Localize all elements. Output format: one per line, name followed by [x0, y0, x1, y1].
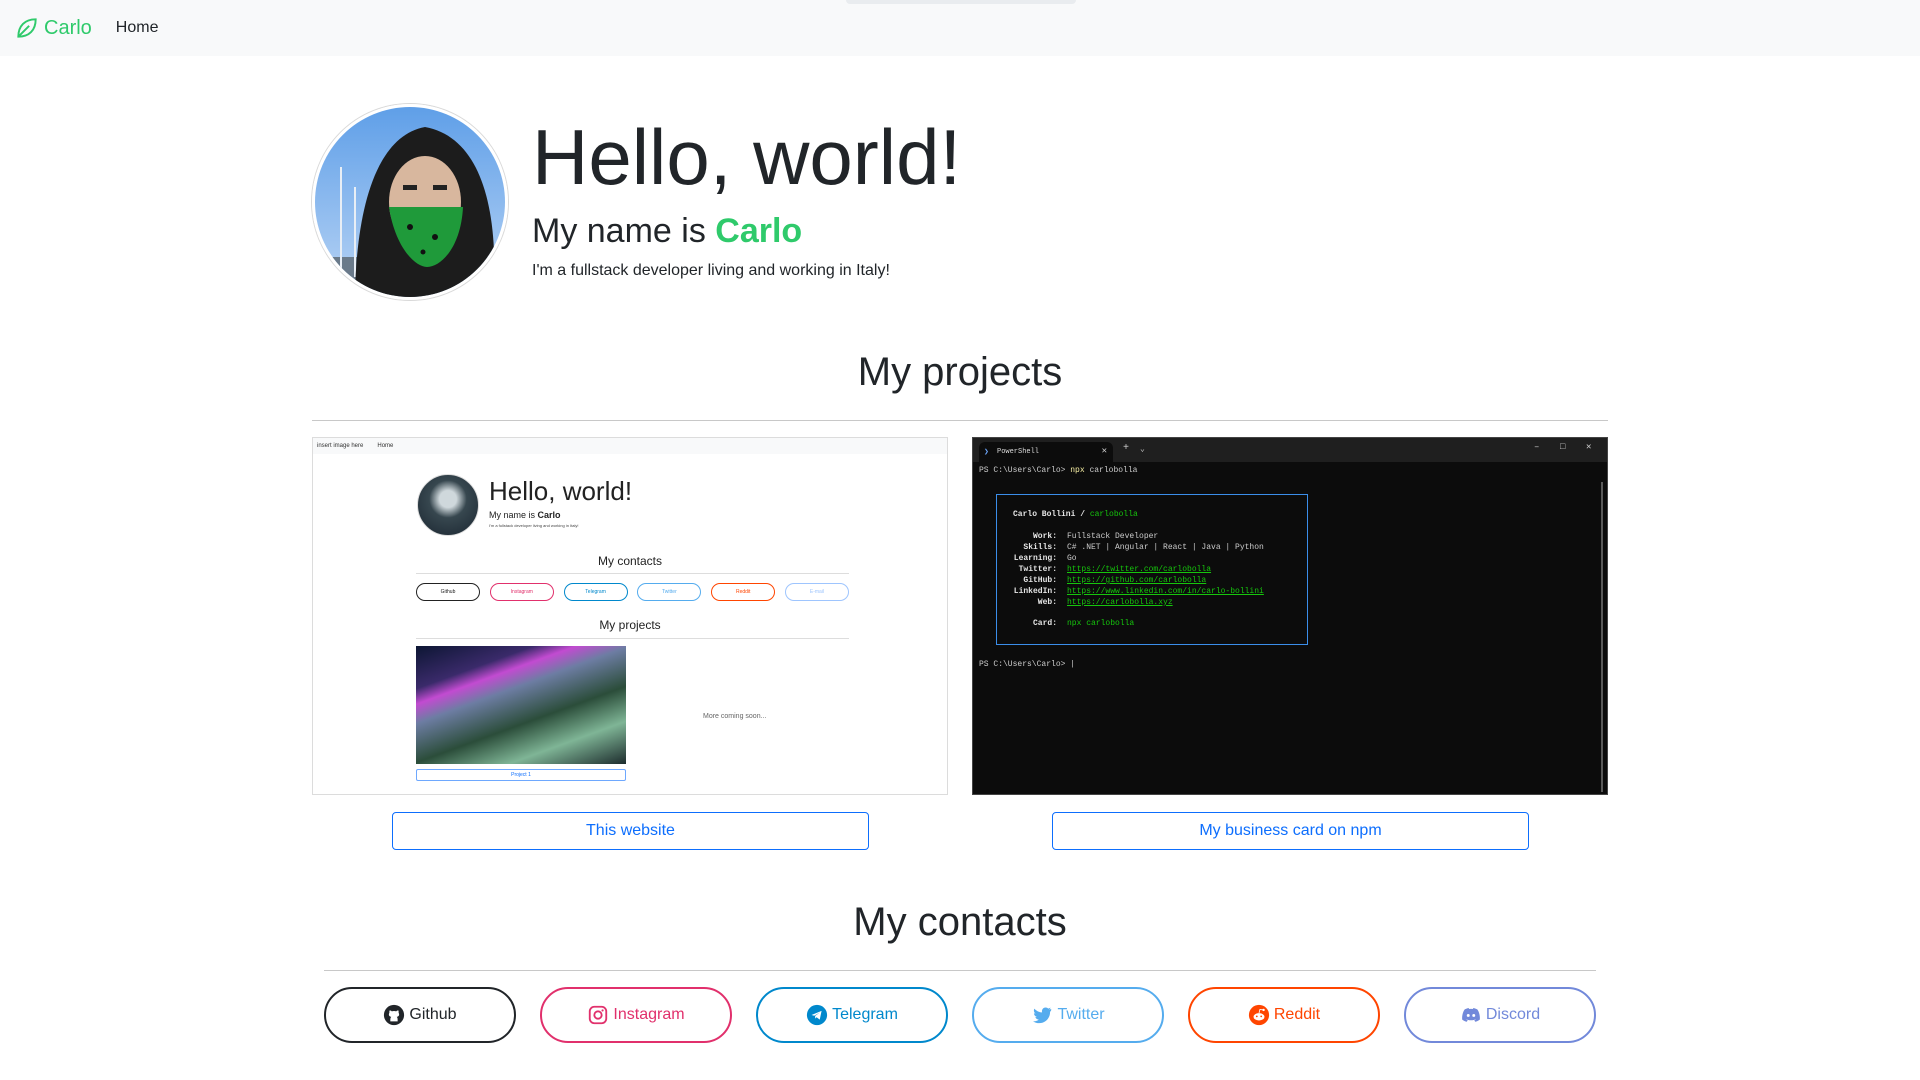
- contact-github-label: Github: [409, 1006, 457, 1023]
- terminal-tab-title: PowerShell: [997, 448, 1040, 456]
- reddit-icon: [1248, 1004, 1269, 1026]
- avatar: [312, 104, 508, 300]
- card-row-learning: Learning: Go: [1013, 554, 1077, 563]
- contact-reddit-label: Reddit: [1273, 1006, 1321, 1023]
- business-card-box: Carlo Bollini / carlobolla Work: Fullstac…: [996, 494, 1308, 645]
- contact-github-button[interactable]: Github: [324, 987, 516, 1043]
- mini-navbar: insert image here Home: [313, 438, 947, 454]
- hero-name: Carlo: [715, 212, 803, 250]
- contact-discord-label: Discord: [1485, 1006, 1541, 1023]
- minimize-icon: –: [1534, 442, 1540, 452]
- mini-pill-reddit: Reddit: [711, 583, 776, 601]
- page-title: Hello, world!: [532, 113, 962, 201]
- contact-reddit-button[interactable]: Reddit: [1188, 987, 1380, 1043]
- name-prefix: My name is: [532, 212, 716, 250]
- card-row-web: Web: https://carlobolla.xyz: [1037, 598, 1173, 607]
- terminal-command-line: PS C:\Users\Carlo> npx carlobolla: [979, 466, 1137, 475]
- mini-name: Carlo: [537, 510, 561, 520]
- contact-instagram-label: Instagram: [613, 1006, 685, 1023]
- terminal-prompt: PS C:\Users\Carlo>: [979, 466, 1066, 475]
- contacts-heading: My contacts: [853, 900, 1067, 944]
- window-close-icon: ✕: [1586, 442, 1592, 452]
- card-row-github: GitHub: https://github.com/carlobolla: [1023, 576, 1207, 585]
- mini-description: I'm a fullstack developer living and wor…: [489, 523, 579, 528]
- powershell-icon: ❯: [984, 448, 989, 457]
- mini-pill-github: Github: [416, 583, 480, 601]
- mini-subtitle: My name is Carlo: [489, 510, 561, 520]
- card-row-twitter: Twitter: https://twitter.com/carlobolla: [1018, 565, 1212, 574]
- project-website-screenshot[interactable]: insert image here Home Hello, world! My …: [312, 437, 948, 795]
- project-npm-button[interactable]: My business card on npm: [1052, 812, 1529, 850]
- contact-discord-button[interactable]: Discord: [1404, 987, 1596, 1043]
- card-title: Carlo Bollini / carlobolla: [1013, 510, 1138, 519]
- card-name: Carlo Bollini /: [1013, 510, 1086, 519]
- terminal-command: npx: [1070, 466, 1085, 475]
- terminal-command-arg: carlobolla: [1089, 466, 1138, 475]
- mini-pill-telegram: Telegram: [563, 583, 628, 601]
- mini-projects-heading: My projects: [599, 618, 661, 632]
- twitter-icon: [1033, 1007, 1052, 1024]
- contact-telegram-label: Telegram: [832, 1006, 898, 1023]
- contact-instagram-button[interactable]: Instagram: [540, 987, 732, 1043]
- contacts-divider: [324, 970, 1596, 971]
- top-edge-indicator: [846, 0, 1076, 4]
- terminal-scrollbar: [1601, 482, 1603, 792]
- terminal-prompt-line: PS C:\Users\Carlo> |: [979, 660, 1076, 669]
- contact-telegram-button[interactable]: Telegram: [756, 987, 948, 1043]
- new-tab-icon: +: [1123, 443, 1130, 454]
- contact-twitter-label: Twitter: [1057, 1006, 1105, 1023]
- mini-pill-instagram: Instagram: [489, 583, 554, 601]
- mini-name-prefix: My name is: [489, 510, 538, 520]
- terminal-tab: ❯ PowerShell ✕: [979, 442, 1113, 462]
- mini-nav-home: Home: [377, 443, 394, 449]
- telegram-icon: [807, 1004, 828, 1026]
- card-row-work: Work: Fullstack Developer: [1032, 532, 1159, 541]
- mini-contacts-row: Github Instagram Telegram Twitter Reddit…: [416, 583, 849, 601]
- mini-title: Hello, world!: [489, 476, 633, 506]
- leaf-icon: [17, 18, 37, 38]
- chevron-down-icon: ⌄: [1140, 445, 1145, 454]
- hero-description: I'm a fullstack developer living and wor…: [532, 262, 890, 279]
- instagram-icon: [589, 1005, 608, 1025]
- projects-divider: [312, 420, 1608, 421]
- mini-project-image: [416, 646, 626, 764]
- mini-project-button: Project 1: [416, 769, 626, 781]
- brand-link[interactable]: Carlo: [14, 15, 92, 41]
- projects-heading: My projects: [857, 350, 1063, 394]
- card-row-card: Card: npx carlobolla: [1032, 619, 1135, 628]
- hero-subtitle: My name is Carlo: [532, 212, 802, 251]
- card-row-skills: Skills: C# .NET | Angular | React | Java …: [1023, 543, 1264, 552]
- card-handle: carlobolla: [1089, 510, 1138, 519]
- project-npm-screenshot[interactable]: ❯ PowerShell ✕ + ⌄ – □ ✕ PS C:\Users\Car…: [972, 437, 1608, 795]
- github-icon: [384, 1004, 405, 1026]
- card-row-linkedin: LinkedIn: https://www.linkedin.com/in/car…: [1013, 587, 1264, 596]
- tab-close-icon: ✕: [1101, 446, 1107, 456]
- mini-divider-2: [416, 638, 849, 639]
- mini-pill-email: E-mail: [784, 583, 849, 601]
- discord-icon: [1461, 1008, 1480, 1022]
- contact-twitter-button[interactable]: Twitter: [972, 987, 1164, 1043]
- navbar: Carlo Home: [0, 0, 1920, 56]
- brand-name: Carlo: [44, 16, 92, 39]
- mini-divider: [416, 573, 849, 574]
- mini-more-text: More coming soon...: [703, 713, 767, 720]
- project-website-button[interactable]: This website: [392, 812, 869, 850]
- mini-contacts-heading: My contacts: [597, 554, 663, 568]
- mini-pill-twitter: Twitter: [637, 583, 702, 601]
- nav-home-link[interactable]: Home: [116, 19, 159, 37]
- mini-avatar: [417, 474, 479, 536]
- mini-nav-brand: insert image here: [317, 443, 364, 449]
- maximize-icon: □: [1560, 442, 1566, 452]
